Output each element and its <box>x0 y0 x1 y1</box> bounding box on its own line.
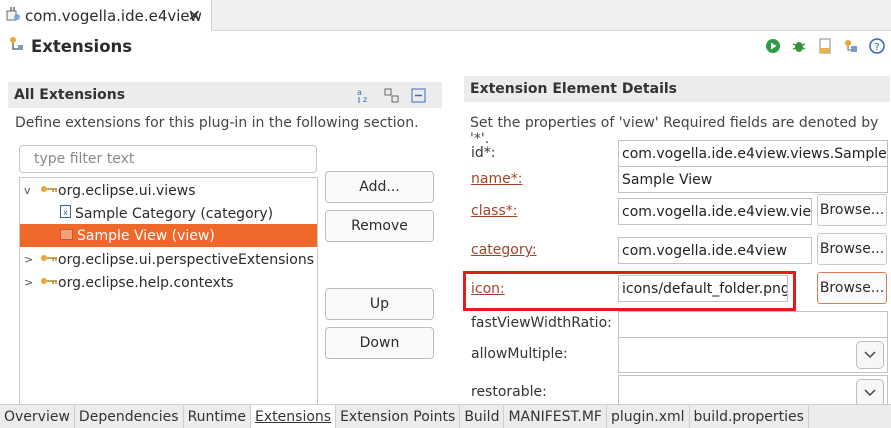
tab-overview[interactable]: Overview <box>0 405 75 428</box>
svg-text:x: x <box>63 208 68 217</box>
header-toolbar: ? <box>764 37 885 54</box>
tab-dependencies[interactable]: Dependencies <box>75 405 184 428</box>
chevron-right-icon[interactable]: > <box>24 276 40 289</box>
tab-extensions[interactable]: Extensions <box>251 405 337 428</box>
class-field[interactable]: com.vogella.ide.e4view.view <box>618 198 812 225</box>
extension-point-icon <box>40 183 58 199</box>
section-toolbar: az <box>356 87 427 108</box>
chevron-down-icon[interactable] <box>856 341 884 369</box>
tab-manifest[interactable]: MANIFEST.MF <box>504 405 607 428</box>
collapse-all-icon[interactable] <box>410 87 427 108</box>
chevron-right-icon[interactable]: > <box>24 253 40 266</box>
expand-all-icon[interactable] <box>383 87 400 108</box>
page-header: Extensions <box>0 31 891 61</box>
add-button[interactable]: Add... <box>325 171 434 203</box>
category-label[interactable]: category: <box>471 242 537 258</box>
close-icon[interactable]: ✕ <box>188 6 201 25</box>
left-description: Define extensions for this plug-in in th… <box>15 115 419 131</box>
tree-item-label: org.eclipse.ui.perspectiveExtensions <box>58 251 315 268</box>
editor-page-tabs: Overview Dependencies Runtime Extensions… <box>0 404 891 428</box>
category-field[interactable]: com.vogella.ide.e4view <box>618 237 812 264</box>
extension-point-icon <box>40 275 58 291</box>
svg-text:z: z <box>363 95 367 104</box>
restorable-label: restorable: <box>471 384 547 400</box>
allow-multiple-combo[interactable] <box>618 337 888 373</box>
filter-input[interactable]: type filter text <box>19 145 317 173</box>
name-label[interactable]: name*: <box>471 171 522 187</box>
tree-item-views[interactable]: v org.eclipse.ui.views <box>20 179 317 202</box>
tab-runtime[interactable]: Runtime <box>184 405 252 428</box>
tree-item-help-contexts[interactable]: > org.eclipse.help.contexts <box>20 271 317 294</box>
up-button[interactable]: Up <box>325 288 434 320</box>
tree-item-label: org.eclipse.ui.views <box>58 182 196 199</box>
id-label: id*: <box>471 145 496 161</box>
all-extensions-title: All Extensions <box>14 87 126 103</box>
tree-item-label: Sample Category (category) <box>75 205 274 222</box>
page-title: Extensions <box>31 36 133 56</box>
sort-icon[interactable]: az <box>356 87 373 108</box>
name-field[interactable]: Sample View <box>618 166 888 193</box>
details-title: Extension Element Details <box>470 81 677 97</box>
tab-extension-points[interactable]: Extension Points <box>336 405 461 428</box>
view-icon <box>60 228 73 244</box>
svg-text:?: ? <box>874 42 879 53</box>
tab-bar <box>212 0 891 31</box>
class-label[interactable]: class*: <box>471 203 517 219</box>
class-browse-button[interactable]: Browse... <box>817 194 887 226</box>
icon-highlight-box <box>463 271 796 311</box>
fast-view-width-ratio-label: fastViewWidthRatio: <box>471 315 612 331</box>
tab-build[interactable]: Build <box>460 405 505 428</box>
svg-text:a: a <box>357 88 362 97</box>
tree-item-label: Sample View (view) <box>77 227 215 244</box>
category-icon: x <box>60 205 71 222</box>
tree-item-sample-view[interactable]: Sample View (view) <box>20 224 317 247</box>
down-button[interactable]: Down <box>325 327 434 359</box>
allow-multiple-label: allowMultiple: <box>471 346 568 362</box>
tab-build-properties[interactable]: build.properties <box>690 405 809 428</box>
editor-tab-title: com.vogella.ide.e4view <box>25 6 202 25</box>
restorable-combo[interactable] <box>618 375 888 407</box>
extension-element-details-header: Extension Element Details <box>464 76 890 102</box>
extensions-tree: v org.eclipse.ui.views x Sample Category… <box>19 177 318 405</box>
editor-tab[interactable]: com.vogella.ide.e4view ✕ <box>0 0 212 31</box>
plugin-icon <box>5 6 21 26</box>
debug-icon[interactable] <box>790 37 807 54</box>
fast-view-width-ratio-field[interactable] <box>618 311 888 338</box>
export-icon[interactable] <box>816 37 833 54</box>
id-field[interactable]: com.vogella.ide.e4view.views.SampleVi <box>618 140 888 167</box>
extension-point-icon <box>40 252 58 268</box>
extensions-icon <box>9 36 25 56</box>
run-icon[interactable] <box>764 37 781 54</box>
chevron-down-icon[interactable] <box>856 379 884 407</box>
help-icon[interactable]: ? <box>868 37 885 54</box>
icon-browse-button[interactable]: Browse... <box>817 272 887 304</box>
category-browse-button[interactable]: Browse... <box>817 233 887 265</box>
remove-button[interactable]: Remove <box>325 210 434 242</box>
tree-item-label: org.eclipse.help.contexts <box>58 274 234 291</box>
tab-plugin-xml[interactable]: plugin.xml <box>607 405 690 428</box>
manifest-icon[interactable] <box>842 37 859 54</box>
chevron-down-icon[interactable]: v <box>24 184 40 197</box>
tree-item-category[interactable]: x Sample Category (category) <box>20 202 317 225</box>
tree-item-perspective-extensions[interactable]: > org.eclipse.ui.perspectiveExtensions <box>20 248 317 271</box>
